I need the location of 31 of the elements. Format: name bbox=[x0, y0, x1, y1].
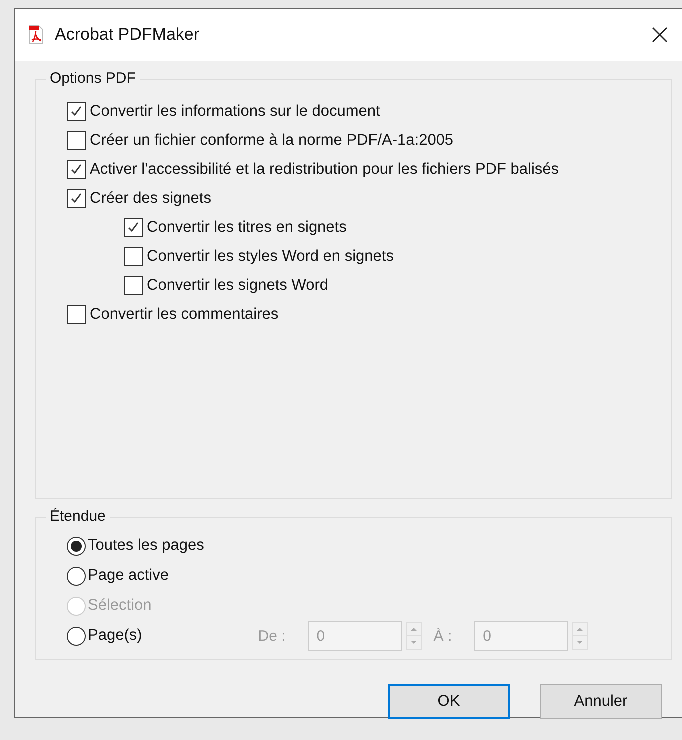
radio-label: Page active bbox=[88, 567, 169, 585]
close-icon[interactable] bbox=[652, 27, 668, 43]
radio-button[interactable] bbox=[67, 626, 86, 646]
checkbox[interactable] bbox=[67, 160, 86, 179]
checkbox-label: Convertir les commentaires bbox=[90, 306, 279, 324]
checkbox[interactable] bbox=[124, 218, 143, 237]
window-title: Acrobat PDFMaker bbox=[55, 25, 201, 45]
checkbox-label: Convertir les informations sur le document bbox=[90, 102, 380, 120]
field-label: De : bbox=[258, 628, 286, 644]
checkbox[interactable] bbox=[67, 131, 86, 150]
checkbox-label: Créer des signets bbox=[90, 190, 212, 208]
cancel-button[interactable]: Annuler bbox=[540, 684, 662, 719]
checkbox-label: Convertir les titres en signets bbox=[147, 218, 347, 236]
radio-button[interactable] bbox=[67, 566, 86, 586]
radio-button[interactable] bbox=[67, 536, 86, 556]
checkbox-label: Créer un fichier conforme à la norme PDF/A-1a:2005 bbox=[90, 132, 454, 150]
checkbox[interactable] bbox=[124, 247, 143, 266]
checkbox-label: Activer l'accessibilité et la redistribution pour les fichiers PDF balisés bbox=[90, 160, 560, 178]
checkbox[interactable] bbox=[67, 102, 86, 121]
radio-label: Page(s) bbox=[88, 627, 142, 645]
pdf-file-icon bbox=[27, 25, 45, 45]
checkbox-label: Convertir les signets Word bbox=[147, 276, 328, 294]
radio-label: Toutes les pages bbox=[88, 537, 204, 555]
group-title: Options PDF bbox=[46, 70, 140, 87]
ok-button[interactable]: OK bbox=[388, 684, 510, 719]
radio-label: Sélection bbox=[88, 597, 152, 615]
field-label: À : bbox=[434, 628, 452, 644]
checkbox[interactable] bbox=[67, 189, 86, 208]
checkbox-label: Convertir les styles Word en signets bbox=[147, 248, 394, 266]
checkbox[interactable] bbox=[124, 276, 143, 295]
checkbox[interactable] bbox=[67, 305, 86, 324]
